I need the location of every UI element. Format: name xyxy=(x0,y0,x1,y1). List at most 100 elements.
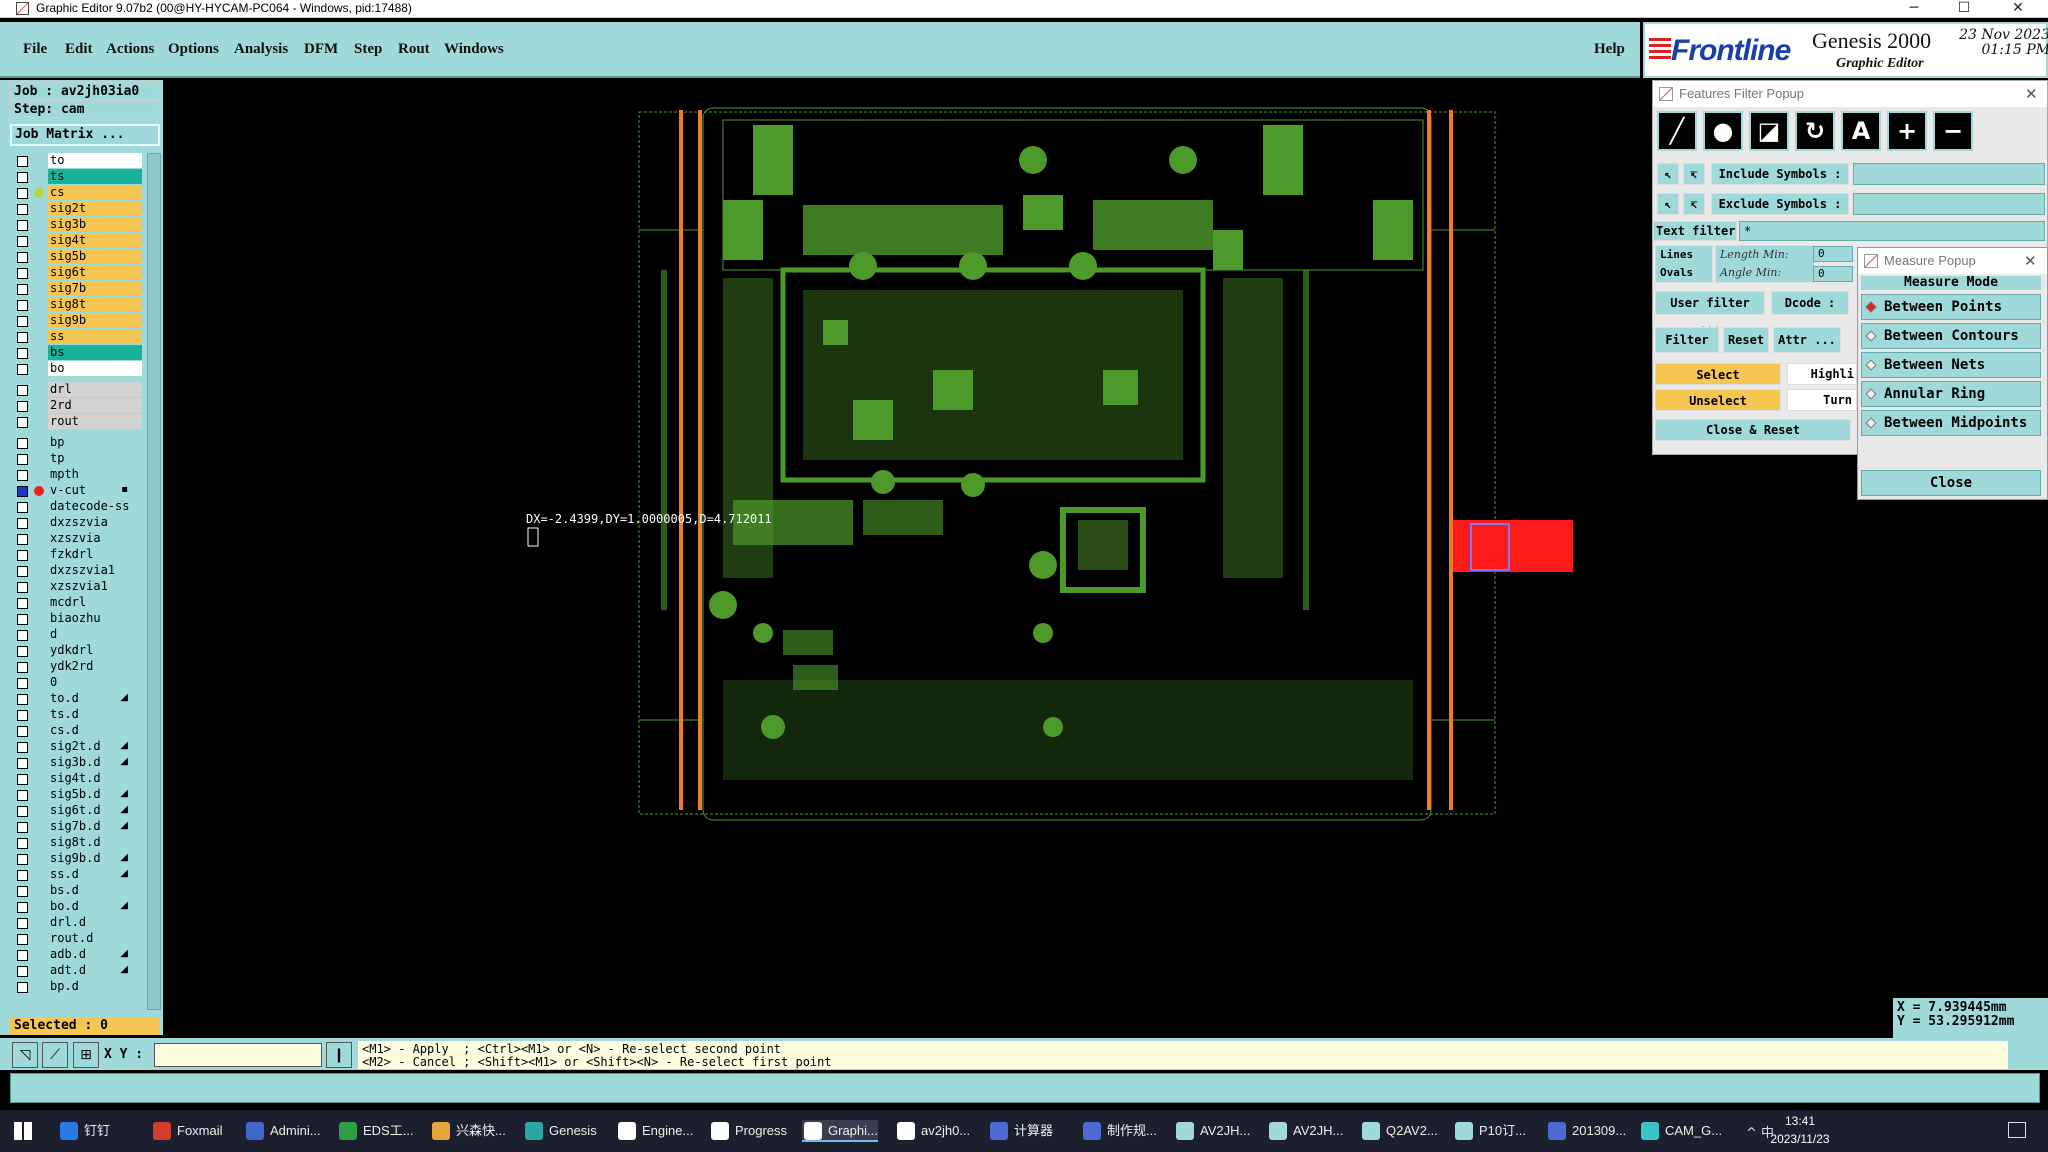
measure-mode-4[interactable]: Between Midpoints xyxy=(1861,410,2041,436)
layer-checkbox[interactable] xyxy=(17,236,28,247)
layer-name[interactable]: mcdrl xyxy=(48,595,142,610)
layer-checkbox[interactable] xyxy=(17,742,28,753)
layer-name[interactable]: sig9b xyxy=(48,313,142,328)
measure-mode-2[interactable]: Between Nets xyxy=(1861,352,2041,378)
menu-edit[interactable]: Edit xyxy=(65,41,93,58)
layer-row[interactable]: drl.d xyxy=(12,915,142,931)
layer-checkbox[interactable] xyxy=(17,220,28,231)
layer-name[interactable]: rout xyxy=(48,414,142,429)
layer-name[interactable]: bp.d xyxy=(48,979,142,994)
layer-row[interactable]: adb.d ◢ xyxy=(12,947,142,963)
layer-row[interactable]: cs xyxy=(12,185,142,201)
taskbar-app[interactable]: Foxmail xyxy=(151,1120,223,1142)
layer-row[interactable]: bs xyxy=(12,345,142,361)
layer-row[interactable]: sig6t.d ◢ xyxy=(12,803,142,819)
taskbar-app[interactable]: 兴森快... xyxy=(430,1120,506,1142)
layer-checkbox[interactable] xyxy=(17,822,28,833)
layer-name[interactable]: cs xyxy=(48,185,142,200)
dcode-label[interactable]: Dcode : xyxy=(1771,291,1849,315)
measure-mode-3[interactable]: Annular Ring xyxy=(1861,381,2041,407)
layer-name[interactable]: datecode-ss xyxy=(48,499,142,514)
layer-name[interactable]: d xyxy=(48,627,142,642)
layer-checkbox[interactable] xyxy=(17,806,28,817)
layer-checkbox[interactable] xyxy=(17,300,28,311)
layer-row[interactable]: sig5b xyxy=(12,249,142,265)
layer-name[interactable]: bs.d xyxy=(48,883,142,898)
layer-checkbox[interactable] xyxy=(17,646,28,657)
taskbar-app[interactable]: AV2JH... xyxy=(1267,1120,1343,1142)
layer-checkbox[interactable] xyxy=(17,486,28,497)
layer-checkbox[interactable] xyxy=(17,385,28,396)
layer-name[interactable]: sig5b xyxy=(48,249,142,264)
taskbar-app[interactable]: av2jh0... xyxy=(895,1120,970,1142)
maximize-button[interactable]: ☐ xyxy=(1942,0,1986,18)
highlight-button[interactable]: Highli xyxy=(1787,363,1857,385)
layer-row[interactable]: sig3b.d ◢ xyxy=(12,755,142,771)
layer-row[interactable]: sig7b.d ◢ xyxy=(12,819,142,835)
layer-row[interactable]: bs.d xyxy=(12,883,142,899)
pause-icon[interactable]: ❙ xyxy=(326,1042,352,1068)
layer-row[interactable]: rout.d xyxy=(12,931,142,947)
minimize-button[interactable]: ─ xyxy=(1892,0,1936,18)
include-select-icon[interactable]: ↸ xyxy=(1683,163,1705,185)
layer-row[interactable]: ydk2rd xyxy=(12,659,142,675)
layer-row[interactable]: 2rd xyxy=(12,398,142,414)
layer-checkbox[interactable] xyxy=(17,630,28,641)
layer-name[interactable]: bs xyxy=(48,345,142,360)
layer-row[interactable]: sig8t xyxy=(12,297,142,313)
include-symbols-input[interactable] xyxy=(1853,163,2045,185)
layer-name[interactable]: xzszvia xyxy=(48,531,142,546)
layer-checkbox[interactable] xyxy=(17,188,28,199)
layer-name[interactable]: 0 xyxy=(48,675,142,690)
layer-row[interactable]: sig2t.d ◢ xyxy=(12,739,142,755)
arc-tool-icon[interactable]: ↻ xyxy=(1795,111,1835,151)
layer-checkbox[interactable] xyxy=(17,534,28,545)
layer-checkbox[interactable] xyxy=(17,284,28,295)
layer-scrollbar[interactable] xyxy=(147,153,161,1010)
layer-row[interactable]: adt.d ◢ xyxy=(12,963,142,979)
taskbar-app[interactable]: Genesis xyxy=(523,1120,597,1142)
layer-name[interactable]: xzszvia1 xyxy=(48,579,142,594)
attr-button[interactable]: Attr ... xyxy=(1773,327,1841,353)
graphic-canvas[interactable]: DX=-2.4399,DY=1.0000005,D=4.712011 xyxy=(163,80,1648,1035)
taskbar-app[interactable]: Engine... xyxy=(616,1120,693,1142)
layer-row[interactable]: rout xyxy=(12,414,142,430)
layer-row[interactable]: sig4t xyxy=(12,233,142,249)
taskbar-app[interactable]: CAM_G... xyxy=(1639,1120,1722,1142)
surface-tool-icon[interactable]: ◪ xyxy=(1749,111,1789,151)
layer-row[interactable]: sig9b.d ◢ xyxy=(12,851,142,867)
layer-name[interactable]: mpth xyxy=(48,467,142,482)
layer-name[interactable]: rout.d xyxy=(48,931,142,946)
layer-row[interactable]: sig4t.d xyxy=(12,771,142,787)
layer-name[interactable]: to xyxy=(48,153,142,168)
taskbar-app[interactable]: EDS工... xyxy=(337,1120,414,1142)
taskbar-app[interactable]: 201309... xyxy=(1546,1120,1626,1142)
text-tool-icon[interactable]: A xyxy=(1841,111,1881,151)
layer-checkbox[interactable] xyxy=(17,332,28,343)
layer-name[interactable]: 2rd xyxy=(48,398,142,413)
close-button[interactable]: ✕ xyxy=(1996,0,2040,18)
layer-checkbox[interactable] xyxy=(17,364,28,375)
exclude-arrow-icon[interactable]: ↖ xyxy=(1657,193,1679,215)
layer-row[interactable]: v-cut ▪ xyxy=(12,483,142,499)
windows-start-icon[interactable] xyxy=(14,1122,32,1140)
layer-checkbox[interactable] xyxy=(17,582,28,593)
close-reset-button[interactable]: Close & Reset xyxy=(1655,419,1851,441)
layer-row[interactable]: sig3b xyxy=(12,217,142,233)
taskbar-app[interactable]: AV2JH... xyxy=(1174,1120,1250,1142)
layer-checkbox[interactable] xyxy=(17,550,28,561)
layer-checkbox[interactable] xyxy=(17,566,28,577)
layer-name[interactable]: sig7b xyxy=(48,281,142,296)
layer-name[interactable]: ss xyxy=(48,329,142,344)
layer-row[interactable]: ts xyxy=(12,169,142,185)
layer-row[interactable]: sig9b xyxy=(12,313,142,329)
taskbar-app[interactable]: Admini... xyxy=(244,1120,321,1142)
layer-checkbox[interactable] xyxy=(17,417,28,428)
layer-row[interactable]: sig5b.d ◢ xyxy=(12,787,142,803)
layer-name[interactable]: sig2t xyxy=(48,201,142,216)
layer-name[interactable]: tp xyxy=(48,451,142,466)
lines-toggle[interactable]: Lines xyxy=(1660,248,1693,261)
layer-checkbox[interactable] xyxy=(17,854,28,865)
layer-row[interactable]: sig8t.d xyxy=(12,835,142,851)
layer-row[interactable]: ydkdrl xyxy=(12,643,142,659)
